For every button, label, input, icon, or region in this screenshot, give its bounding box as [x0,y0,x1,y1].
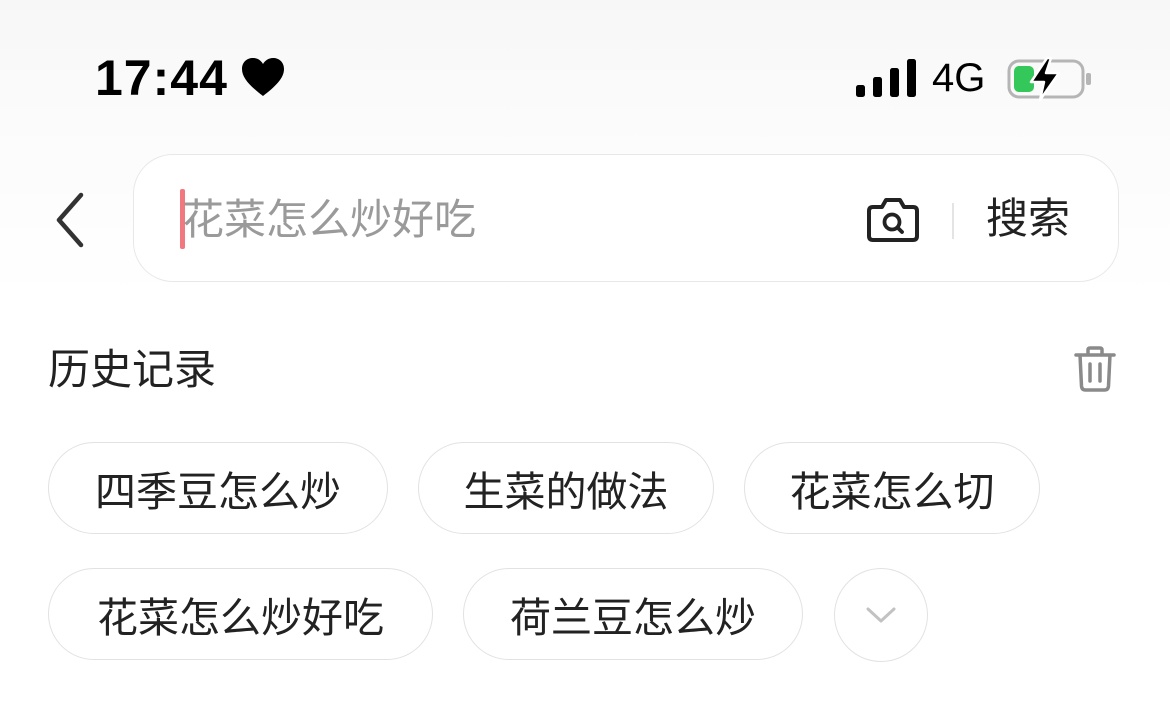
chevron-down-icon [866,607,896,623]
status-bar: 17:44 4G [0,0,1170,150]
back-button[interactable] [44,185,96,255]
history-chip[interactable]: 花菜怎么切 [744,442,1040,534]
search-divider [952,203,954,239]
chevron-left-icon [56,192,84,248]
network-type: 4G [932,56,986,100]
battery-charging-icon [1007,56,1091,102]
expand-history-button[interactable] [834,568,928,662]
history-chip[interactable]: 生菜的做法 [418,442,714,534]
search-box: 搜索 [133,154,1119,282]
search-submit-button[interactable]: 搜索 [986,189,1070,249]
status-time: 17:44 [95,50,228,106]
trash-icon[interactable] [1074,346,1116,392]
search-input[interactable] [182,185,832,253]
history-chip[interactable]: 四季豆怎么炒 [48,442,388,534]
history-chip[interactable]: 花菜怎么炒好吃 [48,568,433,660]
cellular-signal-icon [856,59,916,97]
camera-search-icon[interactable] [867,195,919,243]
history-title: 历史记录 [48,345,217,394]
history-chip[interactable]: 荷兰豆怎么炒 [463,568,803,660]
heart-icon [242,58,284,96]
